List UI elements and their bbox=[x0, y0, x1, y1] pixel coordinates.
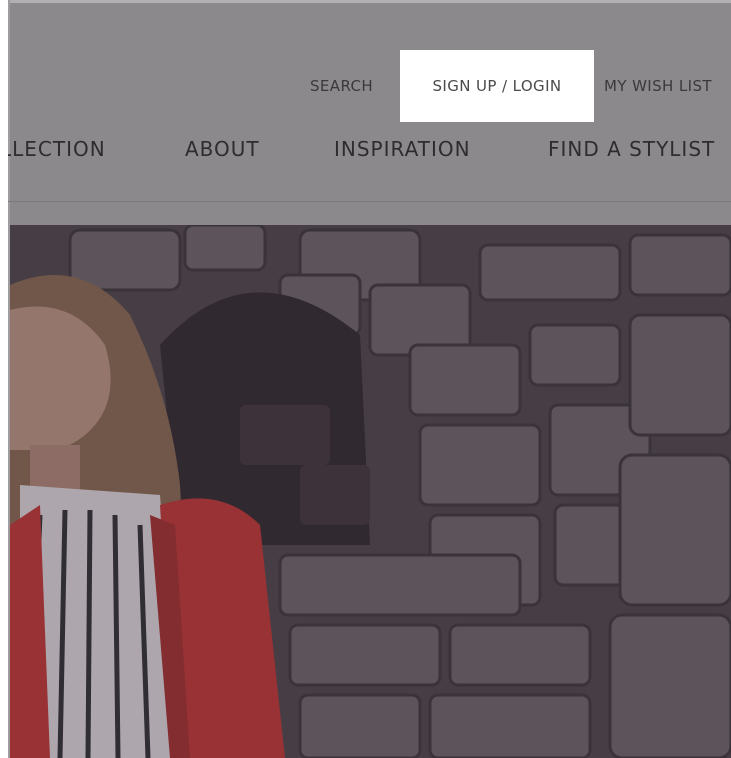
nav-item-find-a-stylist[interactable]: FIND A STYLIST bbox=[548, 127, 715, 171]
main-nav: LLECTION ABOUT INSPIRATION FIND A STYLIS… bbox=[8, 127, 731, 171]
hero-image bbox=[10, 225, 731, 758]
hero-illustration bbox=[10, 225, 731, 758]
nav-item-inspiration[interactable]: INSPIRATION bbox=[334, 127, 471, 171]
nav-item-collection[interactable]: LLECTION bbox=[8, 127, 106, 171]
utility-nav: SEARCH SIGN UP / LOGIN MY WISH LIST bbox=[8, 50, 731, 122]
search-link[interactable]: SEARCH bbox=[310, 50, 373, 122]
sign-up-login-link[interactable]: SIGN UP / LOGIN bbox=[400, 50, 594, 122]
top-edge bbox=[8, 0, 731, 3]
nav-item-about[interactable]: ABOUT bbox=[185, 127, 260, 171]
my-wish-list-link[interactable]: MY WISH LIST bbox=[604, 50, 712, 122]
page-overlay: SEARCH SIGN UP / LOGIN MY WISH LIST LLEC… bbox=[8, 0, 731, 758]
nav-divider bbox=[8, 201, 731, 202]
